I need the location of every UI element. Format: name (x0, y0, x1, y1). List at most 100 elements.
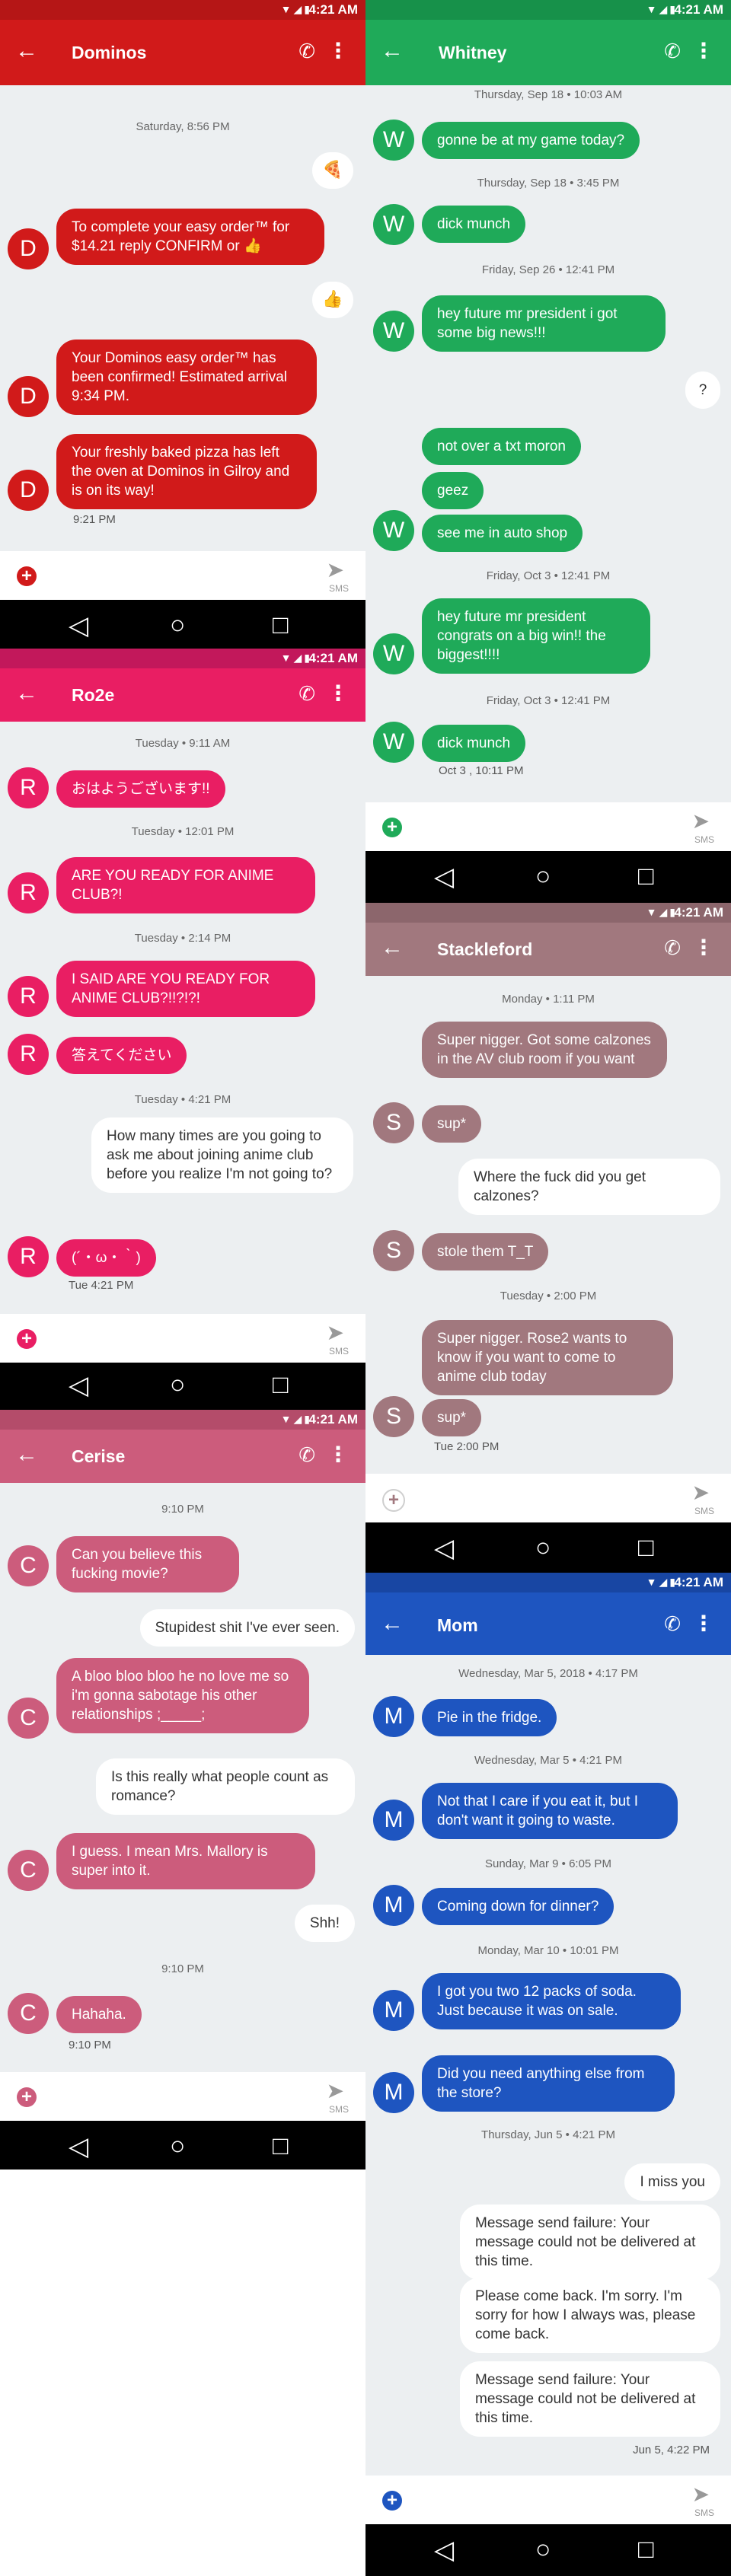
timestamp: Friday, Oct 3 • 12:41 PM (486, 694, 611, 707)
contact-name: Mom (437, 1615, 478, 1635)
composer: + ➤ SMS (366, 2476, 731, 2524)
nav-recents-icon[interactable]: □ (638, 2535, 654, 2565)
more-vert-icon[interactable]: ⋮ (327, 38, 349, 63)
toolbar: ← Whitney ✆ ⋮ (366, 20, 731, 85)
nav-recents-icon[interactable]: □ (638, 1533, 654, 1563)
back-arrow-icon[interactable]: ← (381, 38, 404, 64)
pizza-emoji: 🍕 (322, 160, 343, 179)
incoming-message: Did you need anything else from the stor… (422, 2055, 675, 2112)
send-icon[interactable]: ➤ (692, 808, 710, 834)
nav-back-icon[interactable]: ◁ (434, 1533, 454, 1564)
mom-conversation: ▼◢▮ 4:21 AM ← Mom ✆ ⋮ Wednesday, Mar 5, … (366, 1573, 731, 2576)
nav-back-icon[interactable]: ◁ (69, 611, 88, 641)
composer: + ➤ SMS (366, 802, 731, 851)
avatar: C (8, 1850, 49, 1891)
incoming-message: not over a txt moron (422, 428, 581, 465)
nav-back-icon[interactable]: ◁ (69, 2131, 88, 2162)
incoming-message: Not that I care if you eat it, but I don… (422, 1783, 678, 1839)
incoming-message: Super nigger. Got some calzones in the A… (422, 1022, 667, 1078)
navigation-bar: ◁ ○ □ (366, 1522, 731, 1573)
back-arrow-icon[interactable]: ← (15, 681, 38, 706)
send-icon[interactable]: ➤ (327, 1320, 344, 1345)
avatar: R (8, 1236, 49, 1277)
navigation-bar: ◁ ○ □ (366, 2524, 731, 2576)
nav-recents-icon[interactable]: □ (273, 2131, 289, 2161)
more-vert-icon[interactable]: ⋮ (327, 1442, 349, 1467)
nav-recents-icon[interactable]: □ (273, 1370, 289, 1400)
message-time: Jun 5, 4:22 PM (633, 2444, 710, 2456)
incoming-message: Pie in the fridge. (422, 1699, 557, 1736)
back-arrow-icon[interactable]: ← (15, 1442, 38, 1468)
add-attachment-icon[interactable]: + (382, 818, 402, 837)
nav-home-icon[interactable]: ○ (170, 611, 186, 640)
navigation-bar: ◁ ○ □ (0, 1363, 366, 1410)
ro2e-conversation: ▼◢▮ 4:21 AM ← Ro2e ✆ ⋮ Tuesday • 9:11 AM… (0, 649, 366, 1410)
add-attachment-icon[interactable]: + (17, 1329, 37, 1349)
timestamp: Thursday, Sep 18 • 3:45 PM (477, 177, 620, 190)
nav-home-icon[interactable]: ○ (170, 1370, 186, 1400)
nav-home-icon[interactable]: ○ (535, 862, 551, 891)
nav-home-icon[interactable]: ○ (170, 2131, 186, 2161)
back-arrow-icon[interactable]: ← (381, 1611, 404, 1637)
phone-icon[interactable]: ✆ (298, 40, 315, 63)
nav-recents-icon[interactable]: □ (638, 862, 654, 891)
navigation-bar: ◁ ○ □ (0, 600, 366, 649)
timestamp: Tuesday • 12:01 PM (131, 825, 235, 838)
outgoing-message: How many times are you going to ask me a… (91, 1117, 353, 1193)
more-vert-icon[interactable]: ⋮ (693, 1611, 714, 1636)
send-icon[interactable]: ➤ (327, 557, 344, 582)
back-arrow-icon[interactable]: ← (15, 38, 38, 64)
avatar: C (8, 1545, 49, 1586)
status-time: 4:21 AM (308, 651, 358, 665)
incoming-message: I guess. I mean Mrs. Mallory is super in… (56, 1833, 315, 1889)
add-attachment-icon[interactable]: + (382, 1489, 405, 1512)
signal-wifi-battery-icon: ▼◢▮ (280, 3, 312, 15)
nav-back-icon[interactable]: ◁ (434, 862, 454, 892)
nav-back-icon[interactable]: ◁ (69, 1370, 88, 1401)
add-attachment-icon[interactable]: + (17, 566, 37, 586)
incoming-message: sup* (422, 1399, 482, 1436)
outgoing-message: Message send failure: Your message could… (460, 2205, 720, 2280)
incoming-message: Your Dominos easy order™ has been confir… (56, 340, 317, 415)
incoming-message: Super nigger. Rose2 wants to know if you… (422, 1320, 673, 1395)
phone-icon[interactable]: ✆ (664, 40, 681, 63)
nav-back-icon[interactable]: ◁ (434, 2535, 454, 2565)
status-time: 4:21 AM (308, 2, 358, 17)
status-time: 4:21 AM (674, 2, 723, 17)
back-arrow-icon[interactable]: ← (381, 935, 404, 961)
phone-icon[interactable]: ✆ (298, 682, 315, 706)
whitney-conversation: ▼◢▮ 4:21 AM ← Whitney ✆ ⋮ Thursday, Sep … (366, 0, 731, 903)
phone-icon[interactable]: ✆ (664, 936, 681, 960)
nav-recents-icon[interactable]: □ (273, 611, 289, 640)
stackleford-conversation: ▼◢▮ 4:21 AM ← Stackleford ✆ ⋮ Monday • 1… (366, 903, 731, 1573)
more-vert-icon[interactable]: ⋮ (693, 38, 714, 63)
incoming-message: Hahaha. (56, 1996, 142, 2033)
send-icon[interactable]: ➤ (692, 2482, 710, 2507)
message-time: Oct 3 , 10:11 PM (439, 764, 524, 777)
cerise-conversation: ▼◢▮ 4:21 AM ← Cerise ✆ ⋮ 9:10 PM C Can y… (0, 1410, 366, 2170)
more-vert-icon[interactable]: ⋮ (693, 935, 714, 960)
add-attachment-icon[interactable]: + (382, 2491, 402, 2511)
more-vert-icon[interactable]: ⋮ (327, 681, 349, 706)
toolbar: ← Stackleford ✆ ⋮ (366, 923, 731, 976)
incoming-message: Your freshly baked pizza has left the ov… (56, 434, 317, 509)
toolbar: ← Cerise ✆ ⋮ (0, 1430, 366, 1483)
timestamp: Tuesday • 4:21 PM (134, 1093, 231, 1106)
timestamp: Wednesday, Mar 5 • 4:21 PM (474, 1754, 622, 1767)
timestamp: 9:10 PM (161, 1962, 204, 1975)
avatar: M (373, 2072, 414, 2113)
timestamp: Tuesday • 9:11 AM (135, 737, 231, 750)
message-time: Tue 4:21 PM (69, 1279, 134, 1292)
send-icon[interactable]: ➤ (327, 2078, 344, 2103)
send-label: SMS (328, 2104, 349, 2115)
navigation-bar: ◁ ○ □ (0, 2121, 366, 2170)
phone-icon[interactable]: ✆ (664, 1612, 681, 1636)
send-icon[interactable]: ➤ (692, 1480, 710, 1505)
avatar: C (8, 1698, 49, 1739)
phone-icon[interactable]: ✆ (298, 1443, 315, 1467)
add-attachment-icon[interactable]: + (17, 2087, 37, 2107)
message-time: 9:21 PM (73, 513, 116, 526)
nav-home-icon[interactable]: ○ (535, 2535, 551, 2565)
avatar: S (373, 1102, 414, 1143)
nav-home-icon[interactable]: ○ (535, 1533, 551, 1563)
